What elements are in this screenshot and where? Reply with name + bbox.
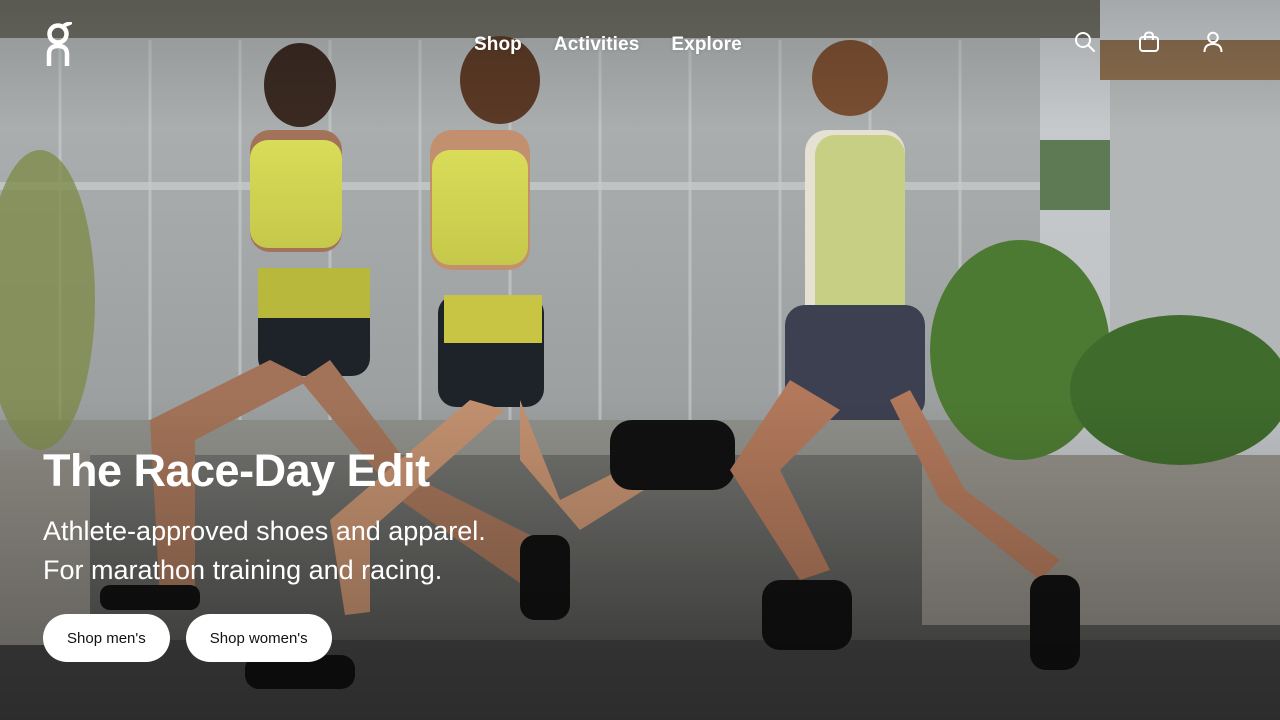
- on-logo-icon: [46, 21, 72, 66]
- hero-content: The Race-Day Edit Athlete-approved shoes…: [43, 444, 486, 662]
- hero-subtitle-line-1: Athlete-approved shoes and apparel.: [43, 516, 486, 546]
- hero-subtitle-line-2: For marathon training and racing.: [43, 555, 443, 585]
- search-button[interactable]: [1072, 29, 1098, 55]
- nav-item-explore[interactable]: Explore: [671, 33, 741, 57]
- main-nav: Shop Activities Explore: [474, 33, 774, 57]
- nav-item-shop[interactable]: Shop: [474, 33, 522, 57]
- hero-section: Shop Activities Explore The Race-Day Edi…: [0, 0, 1280, 720]
- header-actions: [1034, 29, 1226, 55]
- brand-logo[interactable]: [46, 21, 72, 68]
- shopping-bag-icon: [1139, 31, 1159, 52]
- account-icon: [1203, 31, 1223, 53]
- site-header: Shop Activities Explore: [0, 0, 1280, 90]
- shop-men-button[interactable]: Shop men's: [43, 614, 170, 662]
- nav-item-activities[interactable]: Activities: [554, 33, 639, 57]
- hero-title: The Race-Day Edit: [43, 445, 430, 496]
- search-icon: [1075, 32, 1095, 52]
- hero-subtitle: Athlete-approved shoes and apparel. For …: [43, 512, 486, 590]
- cart-button[interactable]: [1136, 29, 1162, 55]
- account-button[interactable]: [1200, 29, 1226, 55]
- shop-women-button[interactable]: Shop women's: [185, 614, 332, 662]
- hero-cta-group: Shop men's Shop women's: [43, 614, 486, 662]
